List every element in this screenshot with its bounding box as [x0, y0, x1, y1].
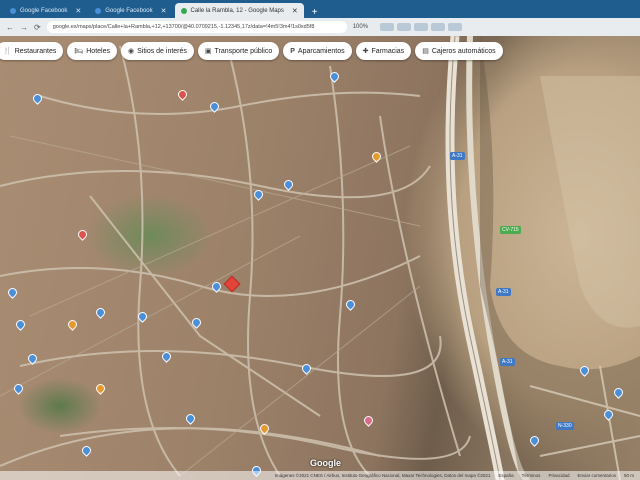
- chip-label: Hoteles: [86, 47, 110, 55]
- chip-label: Transporte público: [214, 47, 273, 55]
- extension-icon[interactable]: [397, 23, 412, 31]
- chip-label: Cajeros automáticos: [431, 47, 496, 55]
- chip-parking[interactable]: P Aparcamientos: [283, 42, 352, 60]
- feedback-link[interactable]: Enviar comentarios: [577, 473, 616, 478]
- camera-icon: ◉: [127, 48, 135, 55]
- extension-icon[interactable]: [380, 23, 395, 31]
- parking-icon: P: [290, 47, 295, 55]
- browser-tab-2[interactable]: Google Facebook ✕: [89, 3, 172, 18]
- chip-label: Farmacias: [371, 47, 405, 55]
- tab-label: Google Facebook: [20, 7, 68, 14]
- privacy-link[interactable]: Privacidad: [548, 473, 569, 478]
- chip-hotels[interactable]: 🛏 Hoteles: [67, 42, 117, 60]
- reload-icon[interactable]: ⟳: [34, 23, 41, 32]
- address-bar: ← → ⟳ google.es/maps/place/Calle+la+Ramb…: [0, 18, 640, 36]
- road-label: A-31: [500, 358, 515, 366]
- satellite-map[interactable]: A-31 A-31 A-31 CV-715 N-330 Google: [0, 36, 640, 480]
- back-icon[interactable]: ←: [6, 23, 14, 32]
- tab-favicon-icon: [10, 7, 16, 14]
- chip-attractions[interactable]: ◉ Sitios de interés: [120, 42, 194, 60]
- close-tab-icon[interactable]: ✕: [161, 7, 167, 15]
- zoom-level[interactable]: 100%: [353, 24, 368, 30]
- chip-atms[interactable]: ▤ Cajeros automáticos: [415, 42, 503, 60]
- browser-tab-bar: Google Facebook ✕ Google Facebook ✕ Call…: [0, 0, 640, 18]
- extension-icon[interactable]: [448, 23, 463, 31]
- tab-label: Google Facebook: [105, 7, 153, 14]
- attribution-text: Imágenes ©2021 CNES / Airbus, Instituto …: [274, 473, 491, 478]
- map-footer: Imágenes ©2021 CNES / Airbus, Instituto …: [0, 471, 640, 480]
- atm-icon: ▤: [422, 48, 429, 55]
- hotel-icon: 🛏: [74, 48, 84, 55]
- extension-icon[interactable]: [431, 23, 446, 31]
- restaurant-icon: 🍴: [3, 48, 12, 55]
- chip-pharmacies[interactable]: ✚ Farmacias: [355, 42, 412, 60]
- chip-transit[interactable]: ▣ Transporte público: [197, 42, 280, 60]
- browser-tab-3[interactable]: Calle la Rambla, 12 - Google Maps ✕: [174, 3, 304, 18]
- extension-icons: [380, 23, 463, 31]
- bus-icon: ▣: [204, 48, 212, 55]
- chip-restaurants[interactable]: 🍴 Restaurantes: [0, 42, 64, 60]
- tab-favicon-icon: [95, 7, 102, 14]
- tab-favicon-icon: [180, 7, 187, 14]
- chip-label: Sitios de interés: [137, 47, 187, 55]
- url-input[interactable]: google.es/maps/place/Calle+la+Rambla,+12…: [46, 21, 347, 33]
- country-link[interactable]: España: [498, 473, 513, 478]
- chip-label: Aparcamientos: [297, 47, 345, 55]
- new-tab-icon[interactable]: +: [306, 7, 324, 18]
- close-tab-icon[interactable]: ✕: [292, 7, 298, 15]
- chip-label: Restaurantes: [14, 47, 57, 55]
- forward-icon[interactable]: →: [20, 23, 28, 32]
- road-label: A-31: [450, 152, 465, 160]
- terms-link[interactable]: Términos: [522, 473, 541, 478]
- road-label: N-330: [556, 422, 574, 430]
- google-logo: Google: [310, 458, 341, 468]
- scale-bar[interactable]: 50 m: [624, 473, 634, 478]
- category-chips: 🍴 Restaurantes 🛏 Hoteles ◉ Sitios de int…: [0, 42, 503, 60]
- road-label: A-31: [496, 288, 511, 296]
- close-tab-icon[interactable]: ✕: [75, 7, 81, 15]
- road-label: CV-715: [500, 226, 521, 234]
- street-network: [0, 45, 471, 477]
- browser-tab-1[interactable]: Google Facebook ✕: [4, 3, 87, 18]
- tab-label: Calle la Rambla, 12 - Google Maps: [190, 7, 284, 14]
- pharmacy-icon: ✚: [362, 48, 369, 55]
- map-imagery: [0, 36, 640, 480]
- extension-icon[interactable]: [414, 23, 429, 31]
